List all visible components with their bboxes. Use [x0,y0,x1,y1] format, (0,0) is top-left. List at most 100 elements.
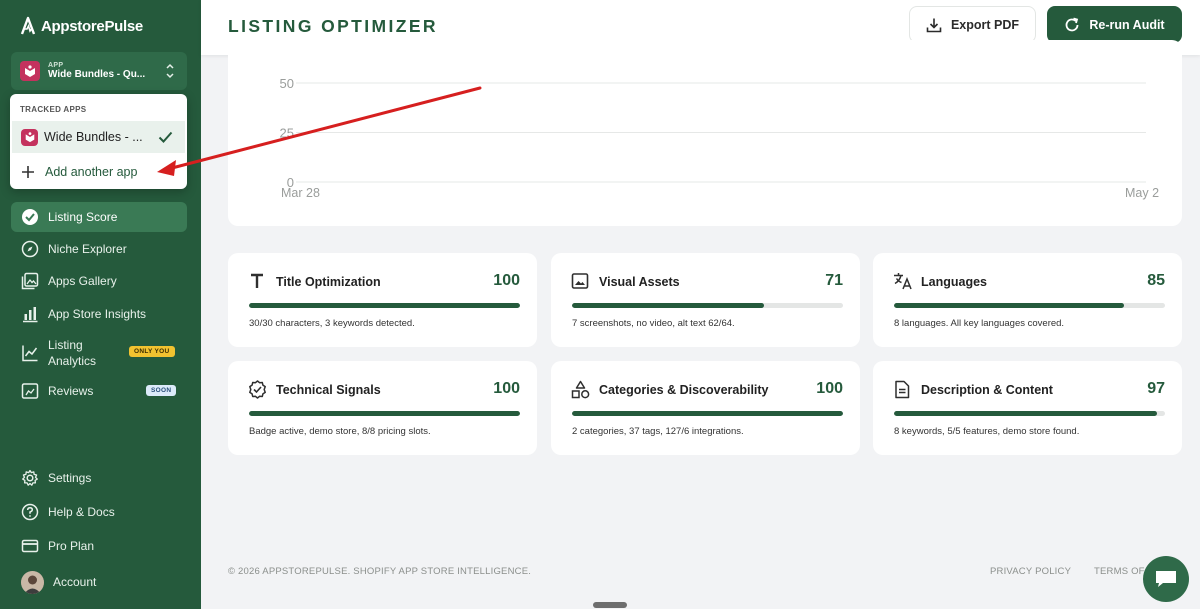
chevron-up-down-icon [166,63,174,79]
credit-card-icon [21,539,39,553]
progress-bar [249,303,520,308]
score-history-chart-svg: 02550Mar 28 May 2 [280,76,1160,200]
metric-card-categories: Categories & Discoverability 100 2 categ… [551,361,860,455]
review-icon [21,383,39,399]
metric-card-technical-signals: Technical Signals 100 Badge active, demo… [228,361,537,455]
brand-logo[interactable]: AppstorePulse [19,16,143,36]
tracked-app-item[interactable]: Wide Bundles - ... [12,121,185,153]
app-switcher-name: Wide Bundles - Qu... [48,69,146,80]
card-title: Description & Content [921,383,1053,397]
progress-fill [572,303,765,308]
add-app-label: Add another app [45,165,138,179]
x-tick-label: Mar 28 [281,186,320,200]
x-tick-label: May 2 [1125,186,1159,200]
gear-icon [22,469,38,486]
progress-bar [572,411,843,416]
chat-button[interactable] [1143,556,1189,602]
bar-chart-icon [23,307,38,323]
pulse-logo-icon [20,16,36,35]
sidebar: AppstorePulse APP Wide Bundles - Qu... L… [0,0,201,609]
sidebar-item-pro-plan[interactable]: Pro Plan [11,531,187,561]
refresh-icon [1065,17,1079,31]
sidebar-item-label: Apps Gallery [48,274,117,288]
sidebar-item-account[interactable]: Account [11,567,187,597]
progress-bar [572,303,843,308]
translate-icon [894,273,912,290]
progress-fill [572,411,843,416]
privacy-policy-link[interactable]: PRIVACY POLICY [990,566,1071,577]
sidebar-item-apps-gallery[interactable]: Apps Gallery [11,266,187,296]
sidebar-item-app-store-insights[interactable]: App Store Insights [11,299,187,329]
metric-card-visual-assets: Visual Assets 71 7 screenshots, no video… [551,253,860,347]
card-description: 8 keywords, 5/5 features, demo store fou… [894,426,1080,437]
metric-card-title-optimization: Title Optimization 100 30/30 characters,… [228,253,537,347]
progress-bar [249,411,520,416]
card-description: 7 screenshots, no video, alt text 62/64. [572,318,735,329]
card-score: 100 [816,380,843,397]
card-description: 30/30 characters, 3 keywords detected. [249,318,415,329]
y-tick-label: 50 [280,76,294,91]
plus-icon [22,166,34,178]
export-pdf-label: Export PDF [950,17,1020,32]
card-title: Technical Signals [276,383,381,397]
rerun-audit-button[interactable]: Re-run Audit [1047,6,1182,43]
brand-name: AppstorePulse [41,17,143,35]
sidebar-item-label: Settings [48,471,92,485]
sidebar-item-label: Niche Explorer [48,242,127,256]
export-pdf-button[interactable]: Export PDF [909,6,1036,43]
app-switcher[interactable]: APP Wide Bundles - Qu... [11,52,187,90]
help-circle-icon [21,503,39,521]
only-you-badge: ONLY YOU [129,346,175,357]
sidebar-item-label: Account [53,575,97,589]
dropdown-title: TRACKED APPS [20,105,87,114]
sidebar-item-label: Listing [48,338,83,352]
sidebar-item-label: Reviews [48,384,94,398]
badge-check-icon [249,380,266,399]
sidebar-item-listing-score[interactable]: Listing Score [11,202,187,232]
sidebar-item-label: Pro Plan [48,539,95,553]
progress-fill [894,411,1157,416]
compass-icon [21,240,39,258]
image-icon [571,273,589,289]
sidebar-item-reviews[interactable]: Reviews SOON [11,376,187,406]
scroll-handle[interactable] [593,602,627,608]
sidebar-item-label-wrap: Listing Analytics [48,337,96,369]
card-description: Badge active, demo store, 8/8 pricing sl… [249,426,431,437]
app-icon [20,61,40,81]
download-icon [926,18,942,32]
app-icon [21,128,38,146]
metric-card-description: Description & Content 97 8 keywords, 5/5… [873,361,1182,455]
card-title: Categories & Discoverability [599,383,769,397]
footer-copyright: © 2026 APPSTOREPULSE. SHOPIFY APP STORE … [228,566,532,577]
card-score: 100 [493,272,520,289]
progress-bar [894,303,1165,308]
sidebar-item-label: Help & Docs [48,505,115,519]
metric-card-languages: Languages 85 8 languages. All key langua… [873,253,1182,347]
progress-bar [894,411,1165,416]
card-title: Title Optimization [276,275,381,289]
gallery-icon [21,272,39,290]
shapes-icon [571,380,590,399]
sidebar-item-niche-explorer[interactable]: Niche Explorer [11,234,187,264]
score-history-chart: 0 25 50 Mar 28 May 2 [228,40,1182,226]
sidebar-item-help[interactable]: Help & Docs [11,497,187,527]
tracked-apps-dropdown: TRACKED APPS Wide Bundles - ... Add anot… [10,94,187,189]
y-tick-label: 25 [280,126,294,141]
progress-fill [249,303,520,308]
checkmark-icon [158,131,173,143]
sidebar-item-listing-analytics[interactable]: Listing Analytics ONLY YOU [11,336,187,370]
document-icon [895,380,910,399]
sidebar-item-label: Listing Score [48,210,118,224]
sidebar-item-label: App Store Insights [48,307,147,321]
chat-icon [1156,571,1176,587]
add-app-button[interactable]: Add another app [12,156,185,188]
card-title: Visual Assets [599,275,680,289]
soon-badge: SOON [146,385,177,396]
card-score: 97 [1147,380,1165,397]
line-chart-icon [22,345,38,362]
page-title: LISTING OPTIMIZER [228,16,438,36]
app-switcher-caption: APP [48,62,64,69]
terms-link[interactable]: TERMS OF [1094,566,1145,577]
sidebar-item-settings[interactable]: Settings [11,463,187,493]
progress-fill [249,411,520,416]
